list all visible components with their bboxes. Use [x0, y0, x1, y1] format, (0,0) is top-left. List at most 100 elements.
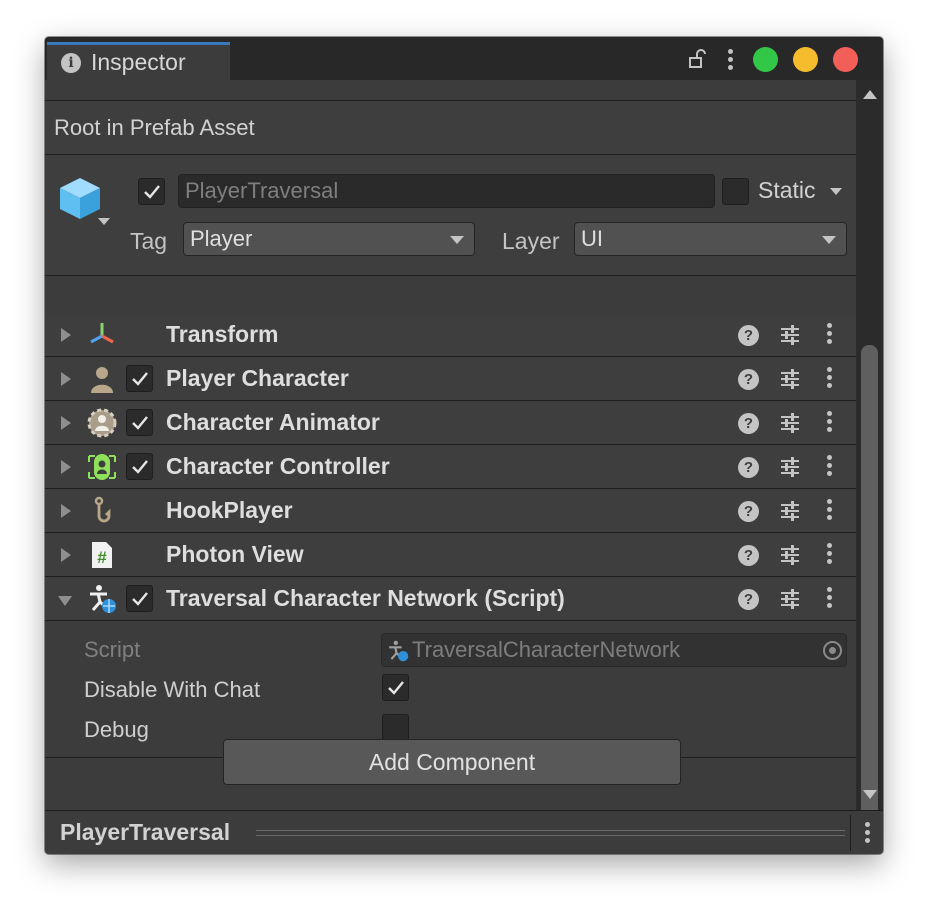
object-picker-icon[interactable]	[823, 641, 842, 660]
component-title: Transform	[166, 321, 279, 347]
check-icon	[131, 591, 148, 606]
component-row-player-character[interactable]: Player Character ?	[45, 357, 856, 401]
static-label[interactable]: Static	[758, 177, 816, 204]
layer-dropdown[interactable]: UI	[574, 222, 847, 256]
person-icon	[91, 367, 113, 393]
add-component-button[interactable]: Add Component	[223, 739, 681, 785]
hook-icon	[94, 496, 111, 523]
layer-value: UI	[581, 226, 603, 251]
traversal-network-icon	[90, 585, 116, 613]
resize-grip[interactable]	[256, 830, 845, 836]
component-menu-icon[interactable]	[826, 587, 832, 608]
info-icon: i	[61, 52, 81, 73]
component-enabled-checkbox[interactable]	[126, 585, 153, 612]
presets-sliders-icon[interactable]	[779, 588, 801, 610]
animator-gear-icon	[87, 408, 117, 438]
component-title: HookPlayer	[166, 497, 293, 523]
gameobject-cube-icon[interactable]	[57, 175, 103, 221]
presets-sliders-icon[interactable]	[779, 368, 801, 390]
component-row-character-controller[interactable]: Character Controller ?	[45, 445, 856, 489]
help-icon[interactable]: ?	[738, 369, 759, 390]
icon-dropdown-caret[interactable]	[98, 218, 110, 225]
foldout-arrow-icon[interactable]	[61, 548, 71, 562]
help-icon[interactable]: ?	[738, 413, 759, 434]
static-checkbox[interactable]	[722, 178, 749, 205]
component-row-hookplayer[interactable]: HookPlayer ?	[45, 489, 856, 533]
component-menu-icon[interactable]	[826, 499, 832, 520]
component-row-photon-view[interactable]: # Photon View ?	[45, 533, 856, 577]
scrollbar-thumb[interactable]	[861, 345, 878, 817]
inspector-content: Root in Prefab Asset PlayerTraversal Sta…	[45, 80, 856, 810]
component-row-character-animator[interactable]: Character Animator ?	[45, 401, 856, 445]
foldout-arrow-icon[interactable]	[58, 596, 72, 606]
component-enabled-checkbox[interactable]	[126, 409, 153, 436]
presets-sliders-icon[interactable]	[779, 456, 801, 478]
script-label: Script	[84, 637, 141, 662]
capsule-collider-icon	[88, 454, 116, 480]
layer-label: Layer	[502, 228, 560, 254]
tab-inspector[interactable]: i Inspector	[47, 42, 230, 80]
presets-sliders-icon[interactable]	[779, 544, 801, 566]
static-dropdown-caret[interactable]	[830, 188, 842, 195]
foldout-arrow-icon[interactable]	[61, 460, 71, 474]
footer-object-name: PlayerTraversal	[60, 819, 231, 845]
component-enabled-checkbox[interactable]	[126, 453, 153, 480]
check-icon	[131, 371, 148, 386]
help-icon[interactable]: ?	[738, 457, 759, 478]
help-icon[interactable]: ?	[738, 545, 759, 566]
gameobject-name-input[interactable]: PlayerTraversal	[178, 174, 715, 208]
component-menu-icon[interactable]	[826, 411, 832, 432]
lock-icon[interactable]	[688, 49, 708, 69]
gameobject-header: PlayerTraversal Static Tag Player Layer …	[45, 156, 856, 276]
help-icon[interactable]: ?	[738, 501, 759, 522]
component-title: Traversal Character Network (Script)	[166, 585, 565, 611]
close-button[interactable]	[833, 47, 858, 72]
tag-value: Player	[190, 226, 253, 251]
footer-divider	[850, 815, 851, 851]
foldout-arrow-icon[interactable]	[61, 504, 71, 518]
disable-with-chat-checkbox[interactable]	[382, 674, 409, 701]
scroll-up-arrow-icon[interactable]	[863, 90, 877, 99]
help-icon[interactable]: ?	[738, 325, 759, 346]
preview-footer: PlayerTraversal	[45, 810, 883, 854]
tag-dropdown[interactable]: Player	[183, 222, 475, 256]
traversal-network-icon	[389, 640, 409, 662]
foldout-arrow-icon[interactable]	[61, 416, 71, 430]
transform-axes-icon	[90, 323, 114, 344]
prefab-status-text: Root in Prefab Asset	[54, 114, 255, 140]
maximize-button[interactable]	[753, 47, 778, 72]
disable-with-chat-label: Disable With Chat	[84, 677, 261, 702]
check-icon	[131, 415, 148, 430]
vertical-scrollbar[interactable]	[856, 80, 883, 817]
debug-checkbox[interactable]	[382, 714, 409, 741]
footer-menu-icon[interactable]	[864, 822, 870, 843]
foldout-arrow-icon[interactable]	[61, 328, 71, 342]
foldout-arrow-icon[interactable]	[61, 372, 71, 386]
debug-label: Debug	[84, 717, 149, 742]
component-enabled-checkbox[interactable]	[126, 365, 153, 392]
minimize-button[interactable]	[793, 47, 818, 72]
component-title: Character Controller	[166, 453, 390, 479]
component-menu-icon[interactable]	[826, 455, 832, 476]
gameobject-name-value: PlayerTraversal	[185, 178, 339, 203]
script-object-field[interactable]: TraversalCharacterNetwork	[381, 633, 847, 667]
component-menu-icon[interactable]	[826, 323, 832, 344]
component-menu-icon[interactable]	[826, 543, 832, 564]
window-menu-icon[interactable]	[727, 49, 733, 70]
help-icon[interactable]: ?	[738, 589, 759, 610]
traversal-script-fields: Script TraversalCharacterNetwork Disable…	[45, 621, 856, 758]
component-menu-icon[interactable]	[826, 367, 832, 388]
presets-sliders-icon[interactable]	[779, 412, 801, 434]
component-row-traversal-character-network[interactable]: Traversal Character Network (Script) ?	[45, 577, 856, 621]
component-row-transform[interactable]: Transform ?	[45, 313, 856, 357]
titlebar: i Inspector	[45, 37, 883, 80]
scroll-down-arrow-icon[interactable]	[863, 790, 877, 799]
presets-sliders-icon[interactable]	[779, 500, 801, 522]
component-title: Photon View	[166, 541, 304, 567]
presets-sliders-icon[interactable]	[779, 324, 801, 346]
check-icon	[143, 184, 160, 199]
active-checkbox[interactable]	[138, 178, 165, 205]
chevron-down-icon	[450, 236, 464, 244]
script-value: TraversalCharacterNetwork	[412, 637, 681, 662]
inspector-window: i Inspector Root in Prefab Asset PlayerT…	[45, 37, 883, 854]
